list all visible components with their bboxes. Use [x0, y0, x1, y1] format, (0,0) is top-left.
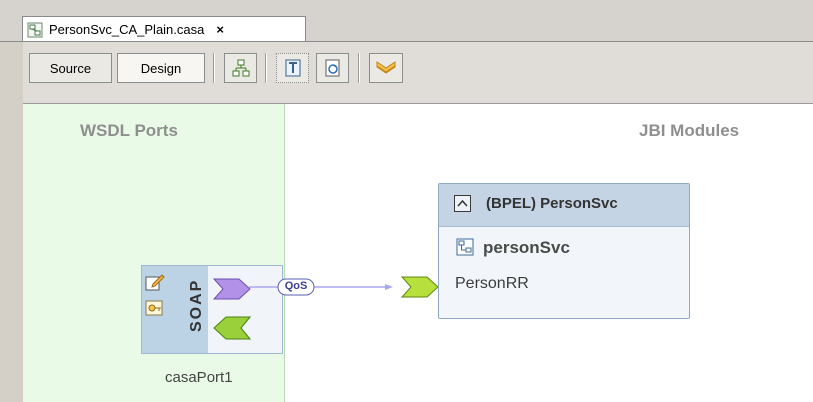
design-view-button[interactable]: Design [117, 53, 205, 83]
module-header: (BPEL) PersonSvc [439, 184, 689, 227]
module-title: (BPEL) PersonSvc [486, 195, 618, 212]
toolbar-separator [358, 53, 360, 83]
auto-layout-button[interactable] [224, 53, 257, 83]
auto-layout-icon [232, 59, 249, 77]
deploy-button[interactable] [316, 53, 349, 83]
editor-tab-strip: PersonSvc_CA_Plain.casa × [0, 0, 813, 42]
service-name: personSvc [483, 238, 570, 257]
tab-title: PersonSvc_CA_Plain.casa [49, 22, 205, 37]
editor-tab[interactable]: PersonSvc_CA_Plain.casa × [22, 16, 306, 42]
connection-line[interactable] [23, 104, 813, 402]
casa-design-canvas[interactable]: WSDL Ports JBI Modules SOAP casaPort1 Qo… [23, 104, 813, 402]
consume-endpoint-icon[interactable] [401, 276, 439, 298]
close-icon[interactable]: × [216, 22, 224, 37]
build-button[interactable] [276, 53, 309, 83]
toolbar-separator [265, 53, 267, 83]
deploy-icon [325, 59, 339, 77]
build-icon [285, 59, 300, 77]
validate-button[interactable] [369, 53, 403, 83]
source-view-button[interactable]: Source [29, 53, 112, 83]
collapse-icon[interactable] [454, 195, 471, 212]
casa-file-icon [27, 22, 43, 37]
service-unit-icon [456, 238, 474, 256]
qos-badge[interactable]: QoS [280, 280, 312, 292]
validate-icon [376, 61, 396, 74]
bpel-module[interactable]: (BPEL) PersonSvc personSvc PersonRR [438, 183, 690, 319]
editor-toolbar: Source Design [23, 42, 813, 103]
endpoint-name[interactable]: PersonRR [455, 275, 529, 293]
toolbar-separator [213, 53, 215, 83]
